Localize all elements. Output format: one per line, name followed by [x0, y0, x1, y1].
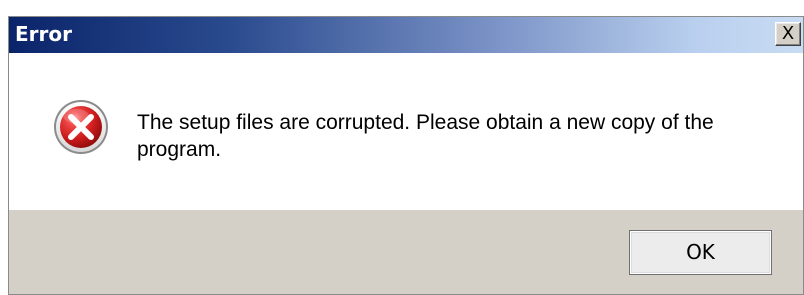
error-icon: [54, 100, 108, 154]
close-icon: X: [781, 23, 795, 44]
window-title: Error: [15, 22, 72, 46]
message-area: The setup files are corrupted. Please ob…: [9, 53, 803, 210]
title-bar[interactable]: Error X: [9, 17, 803, 53]
close-button[interactable]: X: [775, 22, 801, 46]
button-area: OK: [9, 210, 803, 294]
error-message: The setup files are corrupted. Please ob…: [137, 111, 714, 161]
error-dialog: Error X The setup files are corrupted. P…: [0, 0, 804, 295]
ok-button[interactable]: OK: [629, 230, 772, 275]
dialog-window: Error X The setup files are corrupted. P…: [8, 16, 804, 295]
